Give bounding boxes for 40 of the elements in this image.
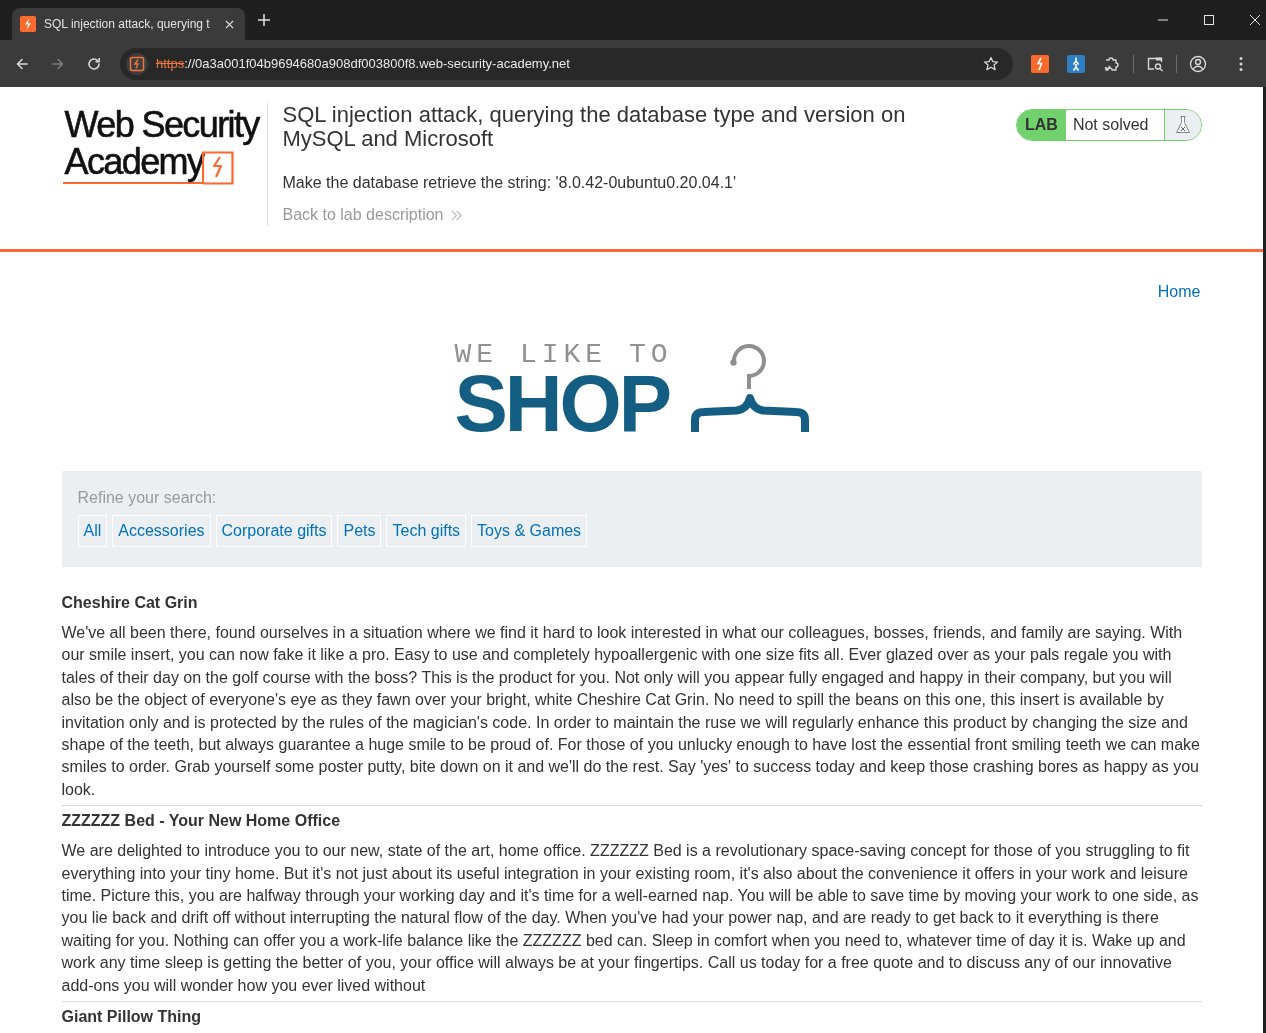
lightning-tile-icon[interactable] bbox=[1031, 54, 1049, 73]
product-name[interactable]: ZZZZZZ Bed - Your New Home Office bbox=[61, 810, 1202, 833]
lightning-box-icon bbox=[202, 149, 235, 185]
category-filter-link[interactable]: Pets bbox=[337, 515, 382, 547]
category-filter-link[interactable]: Tech gifts bbox=[386, 515, 467, 547]
product-description: We've all been there, found ourselves in a situation where we find it hard to look interested in what our colleagues, bosses, friends, and family are saying. With our smile insert, you can now fake it like a pro. Easy to use and completely hypoallergenic with one size fits all. Ever glazed over as your pals regale you with tales of their day on the golf course with the boss? This is the product for you. Not only will you appear fully engaged and happy in their company, but you will also be the object of everyone's eye as they fawn over your bright, white Cheshire Cat Grin. No need to spill the beans on this one, this insert is available by invitation only and is protected by the rules of the magician's code. In order to maintain the ruse we will regularly enhance this product by changing the size and shape of the teeth, but always guarantee a huge smile to be proud of. For those of you unlucky enough to have lost the essential front smiling teeth we can make smiles to order. Grab yourself some poster putty, bite down on it and we'll do the rest. Say 'yes' to success today and keep those crashing bores as happy as you look. bbox=[61, 623, 1201, 800]
maximize-icon[interactable] bbox=[1204, 15, 1214, 25]
lab-label: LAB bbox=[1017, 110, 1066, 140]
filter-label: Refine your search: bbox=[77, 488, 218, 508]
site-info-icon[interactable] bbox=[126, 52, 148, 75]
lightning-favicon-icon bbox=[20, 16, 36, 32]
hanger-icon bbox=[690, 344, 809, 432]
lab-title: SQL injection attack, querying the database type and version on MySQL and Microsoft bbox=[282, 103, 907, 151]
category-filter-link[interactable]: Corporate gifts bbox=[215, 515, 333, 547]
reload-icon[interactable] bbox=[86, 55, 102, 72]
product-name[interactable]: Cheshire Cat Grin bbox=[61, 592, 1202, 614]
bookmark-star-icon[interactable] bbox=[983, 55, 999, 72]
close-tab-icon[interactable] bbox=[225, 19, 234, 29]
figure-tile-icon[interactable] bbox=[1067, 54, 1085, 73]
logo-tagline: WE LIKE TO bbox=[454, 341, 673, 369]
logo-wordmark: SHOP bbox=[454, 369, 670, 439]
back-to-description-link[interactable]: Back to lab description bbox=[282, 204, 463, 226]
close-icon[interactable] bbox=[1250, 15, 1260, 25]
category-filter-link[interactable]: Toys & Games bbox=[471, 515, 588, 547]
new-tab-icon[interactable] bbox=[258, 14, 270, 26]
category-filter-link[interactable]: Accessories bbox=[112, 515, 211, 547]
browser-tab[interactable]: SQL injection attack, querying t bbox=[12, 8, 245, 40]
home-link[interactable]: Home bbox=[1157, 281, 1201, 303]
profile-icon[interactable] bbox=[1189, 54, 1207, 73]
category-filter-link[interactable]: All bbox=[77, 515, 108, 547]
product-description: We are delighted to introduce you to our new, state of the art, home office. ZZZZZZ Bed is a revolutionary space-saving concept for those of you struggling to fit everything into your tiny home. But it's not just about its useful integration in your existing room, it's also about the convenience it offers in your work and leisure time. Picture this, you are halfway through your working day and it's time for a well-earned nap. You will be able to save time by moving your work to one side, as you lie back and drift off without interrupting the natural flow of the day. When you've had your power nap, and are ready to get back to it everything is there waiting for you. Nothing can offer you a work-life balance like the ZZZZZZ bed can. Sleep in comfort when you need to, whatever time of day it is. Wake up and work any time sleep is getting the better of you, your office will always be at your fingertips. Call us today for a free quote and to discuss any of our innovative add-ons you will wonder how you ever lived without bbox=[61, 841, 1200, 996]
menu-icon[interactable] bbox=[1239, 55, 1243, 72]
logo-text[interactable]: Academy bbox=[62, 146, 204, 184]
double-chevron-icon bbox=[451, 209, 463, 221]
address-bar[interactable]: https://0a3a001f04b9694680a908df003800f8.web-security-academy.net bbox=[120, 47, 1013, 80]
puzzle-icon[interactable] bbox=[1103, 54, 1121, 73]
logo-text[interactable]: Web Security bbox=[64, 109, 259, 146]
flask-icon bbox=[1164, 110, 1201, 140]
product-name[interactable]: Giant Pillow Thing bbox=[61, 1006, 1202, 1029]
lab-description: Make the database retrieve the string: '8.0.42-0ubuntu0.20.04.1' bbox=[282, 173, 738, 193]
